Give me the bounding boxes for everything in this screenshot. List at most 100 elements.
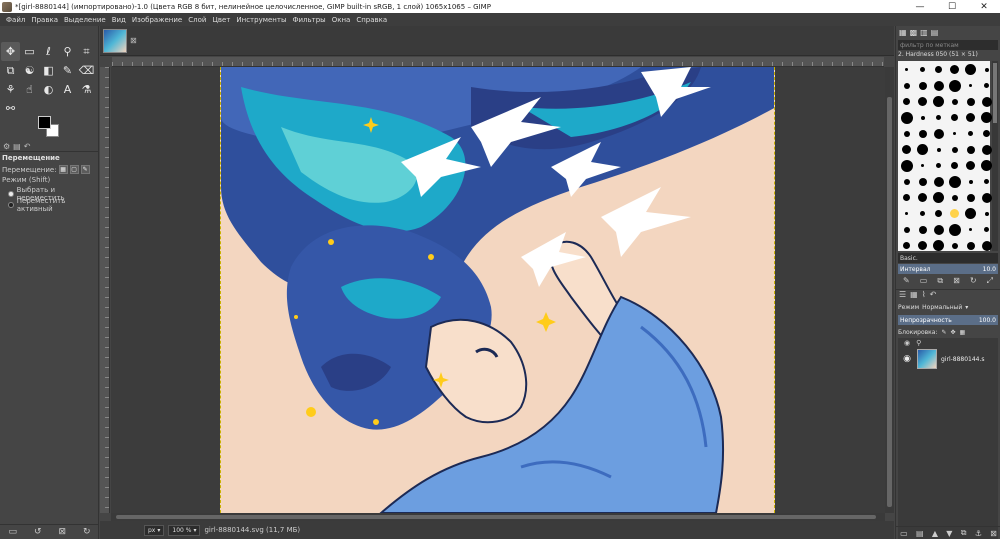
- brush-preset-cell[interactable]: [899, 190, 914, 205]
- save-options-icon[interactable]: ▭: [8, 527, 17, 537]
- foreground-color[interactable]: [38, 116, 51, 129]
- lasso-icon[interactable]: ℓ: [39, 42, 58, 61]
- brush-preset-cell[interactable]: [915, 110, 930, 125]
- brush-preset-cell[interactable]: [899, 78, 914, 93]
- brush-preset-cell[interactable]: [899, 222, 914, 237]
- horizontal-scrollbar[interactable]: [111, 513, 885, 521]
- close-image-tab-icon[interactable]: ⊠: [130, 36, 137, 45]
- lock-position-icon[interactable]: ✥: [951, 329, 956, 336]
- delete-brush-icon[interactable]: ⊠: [953, 276, 960, 287]
- fuzzy-select-icon[interactable]: ⚲: [58, 42, 77, 61]
- fonts-tab-icon[interactable]: ▥: [920, 28, 928, 37]
- move-selection-button[interactable]: ▢: [69, 165, 79, 174]
- lock-alpha-icon[interactable]: ▦: [960, 329, 966, 336]
- duplicate-layer-icon[interactable]: ⧉: [961, 528, 967, 538]
- chevron-down-icon[interactable]: ▾: [965, 304, 968, 311]
- menu-select[interactable]: Выделение: [61, 16, 109, 24]
- menu-edit[interactable]: Правка: [28, 16, 61, 24]
- brush-preset-cell[interactable]: [947, 126, 962, 141]
- zoom-select[interactable]: 100 % ▾: [168, 524, 201, 536]
- opacity-slider[interactable]: Непрозрачность 100.0: [898, 315, 998, 325]
- brush-preset-cell[interactable]: [915, 62, 930, 77]
- brush-preset-cell[interactable]: [963, 94, 978, 109]
- brush-preset-cell[interactable]: [947, 174, 962, 189]
- color-picker-icon[interactable]: ⚗: [77, 80, 96, 99]
- warp-icon[interactable]: ☯: [20, 61, 39, 80]
- new-layer-group-icon[interactable]: ▤: [916, 529, 924, 538]
- brush-preset-cell[interactable]: [899, 126, 914, 141]
- brush-preset-cell[interactable]: [899, 206, 914, 221]
- menu-tools[interactable]: Инструменты: [233, 16, 289, 24]
- smudge-icon[interactable]: ☝: [20, 80, 39, 99]
- document-history-tab-icon[interactable]: ▤: [931, 28, 939, 37]
- duplicate-brush-icon[interactable]: ⧉: [937, 276, 943, 287]
- brush-preset-cell[interactable]: [947, 206, 962, 221]
- paintbrush-icon[interactable]: ✎: [58, 61, 77, 80]
- brush-preset-cell[interactable]: [963, 62, 978, 77]
- tool-options-tab-icon[interactable]: ⚙: [3, 142, 10, 151]
- new-brush-icon[interactable]: ▭: [920, 276, 928, 287]
- brush-preset-cell[interactable]: [915, 174, 930, 189]
- spacing-slider[interactable]: Интервал 10.0: [898, 264, 998, 274]
- radio-move-active[interactable]: Переместить активный: [8, 197, 98, 213]
- menu-layer[interactable]: Слой: [185, 16, 209, 24]
- brush-preset-cell[interactable]: [931, 78, 946, 93]
- brush-preset-cell[interactable]: [915, 206, 930, 221]
- brush-scroll-thumb[interactable]: [993, 63, 997, 123]
- brush-preset-cell[interactable]: [963, 110, 978, 125]
- brush-preset-cell[interactable]: [931, 190, 946, 205]
- maximize-button[interactable]: ☐: [936, 0, 968, 13]
- anchor-layer-icon[interactable]: ⚓: [975, 529, 982, 538]
- move-tool-icon[interactable]: ✥: [1, 42, 20, 61]
- brush-tag-filter[interactable]: фильтр по меткам: [898, 40, 998, 50]
- brush-preset-cell[interactable]: [899, 174, 914, 189]
- brush-preset-cell[interactable]: [931, 174, 946, 189]
- reset-options-icon[interactable]: ↻: [83, 527, 91, 537]
- delete-options-icon[interactable]: ⊠: [58, 527, 66, 537]
- edit-brush-icon[interactable]: ✎: [903, 276, 910, 287]
- brush-preset-cell[interactable]: [915, 238, 930, 253]
- brush-preset-cell[interactable]: [947, 190, 962, 205]
- brush-preset-cell[interactable]: [931, 206, 946, 221]
- vertical-scrollbar[interactable]: [885, 67, 894, 513]
- brush-preset-cell[interactable]: [931, 238, 946, 253]
- brush-preset-cell[interactable]: [963, 206, 978, 221]
- delete-layer-icon[interactable]: ⊠: [990, 529, 997, 538]
- brush-preset-cell[interactable]: [931, 142, 946, 157]
- vertical-scroll-thumb[interactable]: [887, 97, 892, 507]
- brush-preset-cell[interactable]: [915, 142, 930, 157]
- layer-mode-select[interactable]: Нормальный: [922, 304, 962, 311]
- undo-history-tab-icon[interactable]: ↶: [930, 290, 937, 300]
- brush-preset-cell[interactable]: [931, 110, 946, 125]
- menu-image[interactable]: Изображение: [129, 16, 185, 24]
- device-status-tab-icon[interactable]: ▤: [13, 142, 21, 151]
- brush-preset-cell[interactable]: [963, 222, 978, 237]
- brush-preset-cell[interactable]: [899, 142, 914, 157]
- refresh-brush-icon[interactable]: ↻: [970, 276, 977, 287]
- brush-preset-select[interactable]: Basic.: [898, 253, 998, 263]
- brush-preset-cell[interactable]: [899, 94, 914, 109]
- zoom-icon[interactable]: ⚯: [1, 99, 20, 118]
- patterns-tab-icon[interactable]: ▩: [910, 28, 918, 37]
- image-tab-thumbnail[interactable]: [103, 29, 127, 53]
- brush-preset-cell[interactable]: [963, 126, 978, 141]
- brush-preset-cell[interactable]: [931, 62, 946, 77]
- brush-preset-cell[interactable]: [947, 78, 962, 93]
- menu-file[interactable]: Файл: [3, 16, 28, 24]
- lock-pixels-icon[interactable]: ✎: [941, 329, 946, 336]
- minimize-button[interactable]: —: [904, 0, 936, 13]
- brush-preset-cell[interactable]: [931, 94, 946, 109]
- bucket-fill-icon[interactable]: ◧: [39, 61, 58, 80]
- brush-preset-cell[interactable]: [899, 158, 914, 173]
- transform-icon[interactable]: ⧉: [1, 61, 20, 80]
- move-layer-button[interactable]: ▦: [58, 165, 68, 174]
- crop-icon[interactable]: ⌗: [77, 42, 96, 61]
- brush-preset-cell[interactable]: [963, 174, 978, 189]
- restore-options-icon[interactable]: ↺: [34, 527, 42, 537]
- brush-preset-cell[interactable]: [947, 158, 962, 173]
- brush-preset-cell[interactable]: [963, 190, 978, 205]
- brush-preset-cell[interactable]: [915, 94, 930, 109]
- undo-tab-icon[interactable]: ↶: [24, 142, 31, 151]
- brush-preset-cell[interactable]: [931, 126, 946, 141]
- brush-preset-cell[interactable]: [963, 142, 978, 157]
